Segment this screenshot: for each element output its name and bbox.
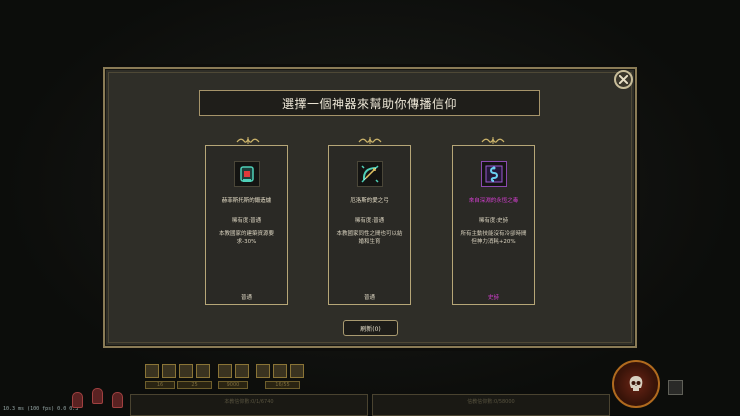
hud-slot[interactable]: [196, 364, 210, 378]
card-tier: 普通: [240, 295, 252, 301]
skull-icon: [629, 376, 643, 391]
card-name: 厄洛斯的愛之弓: [350, 198, 389, 204]
side-button[interactable]: [72, 392, 83, 408]
forge-icon: [234, 161, 260, 187]
refresh-button[interactable]: 刷新(0): [343, 320, 398, 336]
right-status-panel: 信教信仰數:0/58000: [372, 394, 610, 416]
card-description: 本教國家的建築資源要求-30%: [218, 231, 274, 245]
hud-mini-label: 16: [145, 381, 175, 389]
card-description: 本教國家同性之間也可以結婚和生育: [336, 231, 403, 245]
left-status-panel: 本教信仰數:0/1/6740: [130, 394, 368, 416]
right-status-text: 信教信仰數:0/58000: [467, 399, 515, 405]
card-name: 來自深淵的永恆之毒: [468, 198, 519, 204]
artifact-card-bow[interactable]: 厄洛斯的愛之弓 稀有度:普通 本教國家同性之間也可以結婚和生育 普通: [328, 145, 411, 305]
card-rarity: 稀有度:普通: [231, 218, 262, 224]
hud-mini-label: 25: [177, 381, 212, 389]
poison-icon: [481, 161, 507, 187]
card-name: 赫菲斯托斯的鍛造爐: [221, 198, 272, 204]
card-tier: 普通: [363, 295, 375, 301]
corner-menu-button[interactable]: [668, 380, 683, 395]
card-rarity: 稀有度:史詩: [478, 218, 509, 224]
bow-icon: [357, 161, 383, 187]
side-button[interactable]: [92, 388, 103, 404]
hud-slot[interactable]: [218, 364, 232, 378]
hud-slot[interactable]: [256, 364, 270, 378]
hud-slot[interactable]: [179, 364, 193, 378]
card-rarity: 稀有度:普通: [354, 218, 385, 224]
ornament-icon: [236, 137, 260, 144]
card-tier: 史詩: [487, 295, 499, 301]
close-icon: [619, 75, 628, 84]
hud-slot[interactable]: [235, 364, 249, 378]
card-description: 所有主動技能沒有冷卻時間但神力消耗+20%: [460, 231, 527, 245]
hud-mini-label: 16/55: [265, 381, 300, 389]
ornament-icon: [481, 137, 505, 144]
close-button[interactable]: [614, 70, 633, 89]
hud-slot[interactable]: [162, 364, 176, 378]
artifact-card-forge[interactable]: 赫菲斯托斯的鍛造爐 稀有度:普通 本教國家的建築資源要求-30% 普通: [205, 145, 288, 305]
left-status-text: 本教信仰數:0/1/6740: [224, 399, 274, 405]
ornament-icon: [358, 137, 382, 144]
hud-slot[interactable]: [290, 364, 304, 378]
side-button[interactable]: [112, 392, 123, 408]
dialog-title: 選擇一個神器來幫助你傳播信仰: [199, 90, 540, 116]
skull-power-button[interactable]: [612, 360, 660, 408]
hud-slot[interactable]: [145, 364, 159, 378]
artifact-card-poison[interactable]: 來自深淵的永恆之毒 稀有度:史詩 所有主動技能沒有冷卻時間但神力消耗+20% 史…: [452, 145, 535, 305]
fps-readout: 10.3 ms (100 fps) 0.0 0.3: [3, 406, 79, 412]
hud-slot[interactable]: [273, 364, 287, 378]
hud-mini-label: 9000: [218, 381, 248, 389]
